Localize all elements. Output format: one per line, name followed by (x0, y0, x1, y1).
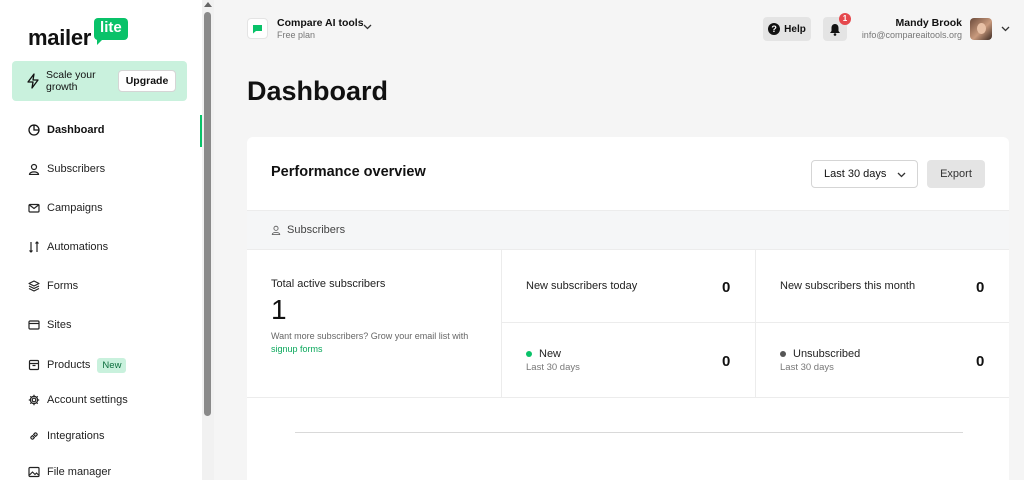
new-label-text: New (539, 348, 562, 360)
upgrade-button[interactable]: Upgrade (118, 70, 176, 92)
new-value: 0 (722, 353, 731, 370)
sidebar-item-dashboard[interactable]: Dashboard (28, 120, 104, 140)
account-name[interactable]: Compare AI tools (277, 17, 364, 29)
sidebar-item-campaigns[interactable]: Campaigns (28, 198, 103, 218)
logo-text-lite: lite (94, 18, 128, 45)
new-today-value: 0 (722, 279, 731, 296)
divider (502, 322, 1009, 323)
lightning-icon (27, 73, 39, 89)
avatar-face (977, 23, 986, 34)
chevron-down-icon[interactable] (363, 24, 372, 30)
sidebar-item-integrations[interactable]: Integrations (28, 426, 104, 446)
sidebar-item-label: Subscribers (47, 163, 106, 175)
total-subscribers-label: Total active subscribers (271, 278, 386, 290)
package-icon (28, 359, 40, 371)
scroll-up-arrow-icon[interactable] (204, 2, 212, 7)
sidebar-item-label: Automations (47, 241, 109, 253)
divider (755, 250, 756, 397)
new-month-label: New subscribers this month (780, 280, 916, 292)
chevron-down-icon (897, 172, 906, 178)
signup-forms-link[interactable]: signup forms (271, 344, 323, 354)
gray-status-dot (780, 351, 786, 358)
total-subscribers-value: 1 (271, 294, 287, 325)
unsubscribed-label: Unsubscribed (780, 348, 860, 360)
automation-icon (29, 241, 39, 253)
sidebar-item-products[interactable]: Products New (28, 355, 127, 375)
layers-icon (28, 280, 40, 292)
sidebar-item-label: Forms (47, 280, 79, 292)
sidebar-item-sites[interactable]: Sites (28, 315, 71, 335)
chart-baseline (295, 432, 963, 433)
user-email: info@compareaitools.org (861, 30, 962, 40)
upgrade-text: Scale your growth (46, 69, 96, 93)
mailerlite-logo[interactable]: mailer lite (28, 18, 128, 51)
sidebar-item-label: Sites (47, 319, 72, 331)
section-label: Subscribers (271, 224, 345, 236)
sidebar-item-label: Products (47, 359, 91, 371)
user-name[interactable]: Mandy Brook (895, 17, 962, 29)
export-button[interactable]: Export (927, 160, 985, 188)
new-month-value: 0 (976, 279, 985, 296)
user-icon (271, 225, 281, 235)
bell-icon (830, 23, 840, 36)
question-icon: ? (768, 23, 781, 35)
card-title: Performance overview (271, 164, 426, 180)
new-label: New (526, 348, 561, 360)
sidebar-scrollbar-thumb[interactable] (204, 12, 211, 416)
unsubscribed-label-text: Unsubscribed (793, 348, 861, 360)
help-button[interactable]: ? Help (763, 17, 811, 41)
hint-text: Want more subscribers? Grow your email l… (271, 331, 469, 341)
chat-bubble-icon (253, 24, 262, 33)
performance-card: Performance overview Last 30 days Export… (247, 137, 1009, 480)
account-plan: Free plan (277, 30, 316, 40)
page-title: Dashboard (247, 76, 389, 106)
notification-count-badge: 1 (839, 13, 851, 25)
sidebar-item-file-manager[interactable]: File manager (28, 462, 111, 480)
new-today-label: New subscribers today (526, 280, 638, 292)
logo-text-mailer: mailer (28, 25, 92, 50)
browser-icon (28, 320, 40, 330)
sidebar-item-account-settings[interactable]: Account settings (28, 390, 128, 410)
sidebar-item-forms[interactable]: Forms (28, 276, 78, 296)
stats-grid: Total active subscribers 1 Want more sub… (247, 250, 1009, 398)
unsubscribed-period: Last 30 days (780, 362, 834, 373)
green-status-dot (526, 351, 532, 358)
sidebar-item-label: Account settings (47, 394, 128, 406)
sidebar-item-label: Integrations (47, 430, 105, 442)
sidebar-item-label: Campaigns (47, 202, 103, 214)
sidebar-item-label: File manager (47, 466, 112, 478)
sidebar-item-automations[interactable]: Automations (28, 237, 108, 257)
user-icon (28, 163, 40, 175)
new-period: Last 30 days (526, 362, 580, 373)
sidebar-item-label: Dashboard (47, 124, 105, 136)
help-label: Help (784, 23, 806, 35)
account-switcher-icon[interactable] (247, 18, 268, 39)
date-range-select[interactable]: Last 30 days (811, 160, 918, 188)
sidebar-item-subscribers[interactable]: Subscribers (28, 159, 105, 179)
gear-icon (28, 394, 40, 406)
section-label-text: Subscribers (287, 224, 346, 236)
link-icon (30, 432, 38, 440)
avatar[interactable] (970, 18, 992, 40)
divider (501, 250, 502, 397)
image-icon (28, 466, 40, 478)
dashboard-icon (28, 124, 40, 136)
mail-icon (28, 203, 40, 213)
sidebar: mailer lite Scale your growth Upgrade Da… (0, 0, 214, 480)
grow-list-hint: Want more subscribers? Grow your email l… (271, 330, 471, 356)
new-badge: New (97, 357, 127, 373)
upgrade-banner: Scale your growth Upgrade (12, 61, 187, 101)
date-range-value: Last 30 days (824, 168, 887, 180)
unsubscribed-value: 0 (976, 353, 985, 370)
chevron-down-icon[interactable] (1001, 26, 1010, 32)
subscribers-section-header: Subscribers (247, 210, 1009, 250)
